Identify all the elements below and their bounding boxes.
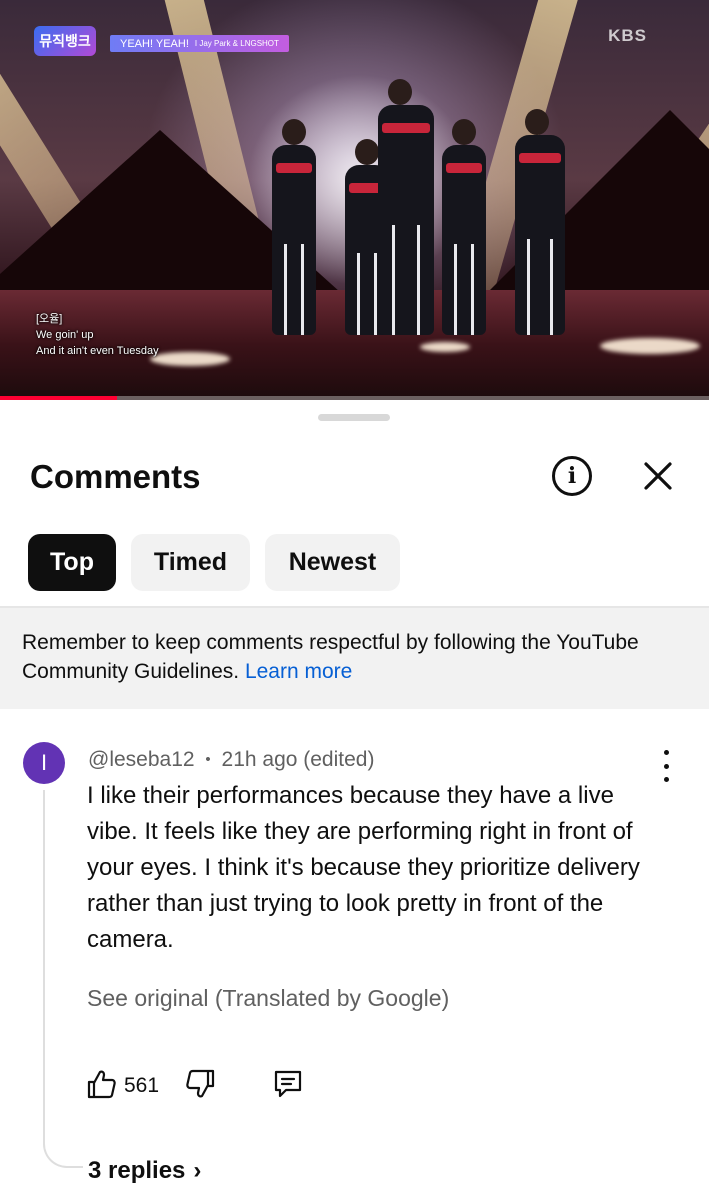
comment-meta: @leseba12 • 21h ago (edited)	[88, 747, 374, 773]
filter-chips: Top Timed Newest	[28, 534, 400, 591]
song-artist: I Jay Park & LNGSHOT	[194, 39, 279, 48]
meta-separator: •	[205, 751, 211, 769]
chip-timed[interactable]: Timed	[131, 534, 250, 591]
thread-line	[43, 790, 83, 1168]
chevron-right-icon: ›	[193, 1157, 202, 1184]
sheet-title: Comments	[30, 458, 201, 495]
video-player[interactable]: 뮤직뱅크 YEAH! YEAH! I Jay Park & LNGSHOT KB…	[0, 0, 709, 400]
broadcaster-logo: KBS	[608, 26, 647, 45]
subtitle-line: [오율]	[36, 313, 63, 325]
close-icon[interactable]	[640, 458, 676, 494]
song-tag: YEAH! YEAH! I Jay Park & LNGSHOT	[110, 35, 289, 52]
song-title: YEAH! YEAH!	[120, 37, 189, 50]
view-replies-button[interactable]: 3 replies ›	[88, 1157, 201, 1185]
performer	[515, 109, 565, 335]
comments-sheet: Comments i Top Timed Newest Remember to …	[0, 400, 709, 1200]
comment-text: I like their performances because they h…	[87, 782, 640, 953]
performer	[378, 79, 434, 335]
avatar[interactable]: I	[23, 742, 65, 784]
comment-author[interactable]: @leseba12	[88, 748, 195, 771]
performer	[272, 119, 316, 335]
floor-spotlight	[600, 338, 700, 354]
dislike-icon[interactable]	[186, 1068, 216, 1105]
drag-handle[interactable]	[318, 414, 390, 421]
like-icon[interactable]	[86, 1068, 116, 1105]
info-icon[interactable]: i	[552, 456, 592, 496]
floor-spotlight	[420, 342, 470, 352]
subtitle-line: And it ain't even Tuesday	[36, 345, 159, 357]
learn-more-link[interactable]: Learn more	[245, 660, 352, 683]
stage-set-right	[470, 110, 709, 310]
comment-time: 21h ago (edited)	[221, 748, 375, 771]
reply-icon[interactable]	[272, 1068, 304, 1105]
community-notice: Remember to keep comments respectful by …	[0, 606, 709, 709]
performer	[442, 119, 486, 335]
like-count: 561	[124, 1074, 160, 1097]
comment-actions: 561	[86, 1068, 304, 1104]
floor-spotlight	[150, 352, 230, 366]
replies-label: 3 replies	[88, 1157, 186, 1184]
subtitle-line: We goin' up	[36, 329, 94, 341]
music-bank-logo: 뮤직뱅크	[34, 26, 96, 56]
chip-newest[interactable]: Newest	[265, 534, 400, 591]
chip-top[interactable]: Top	[28, 534, 116, 591]
see-original-link[interactable]: See original (Translated by Google)	[87, 985, 449, 1012]
